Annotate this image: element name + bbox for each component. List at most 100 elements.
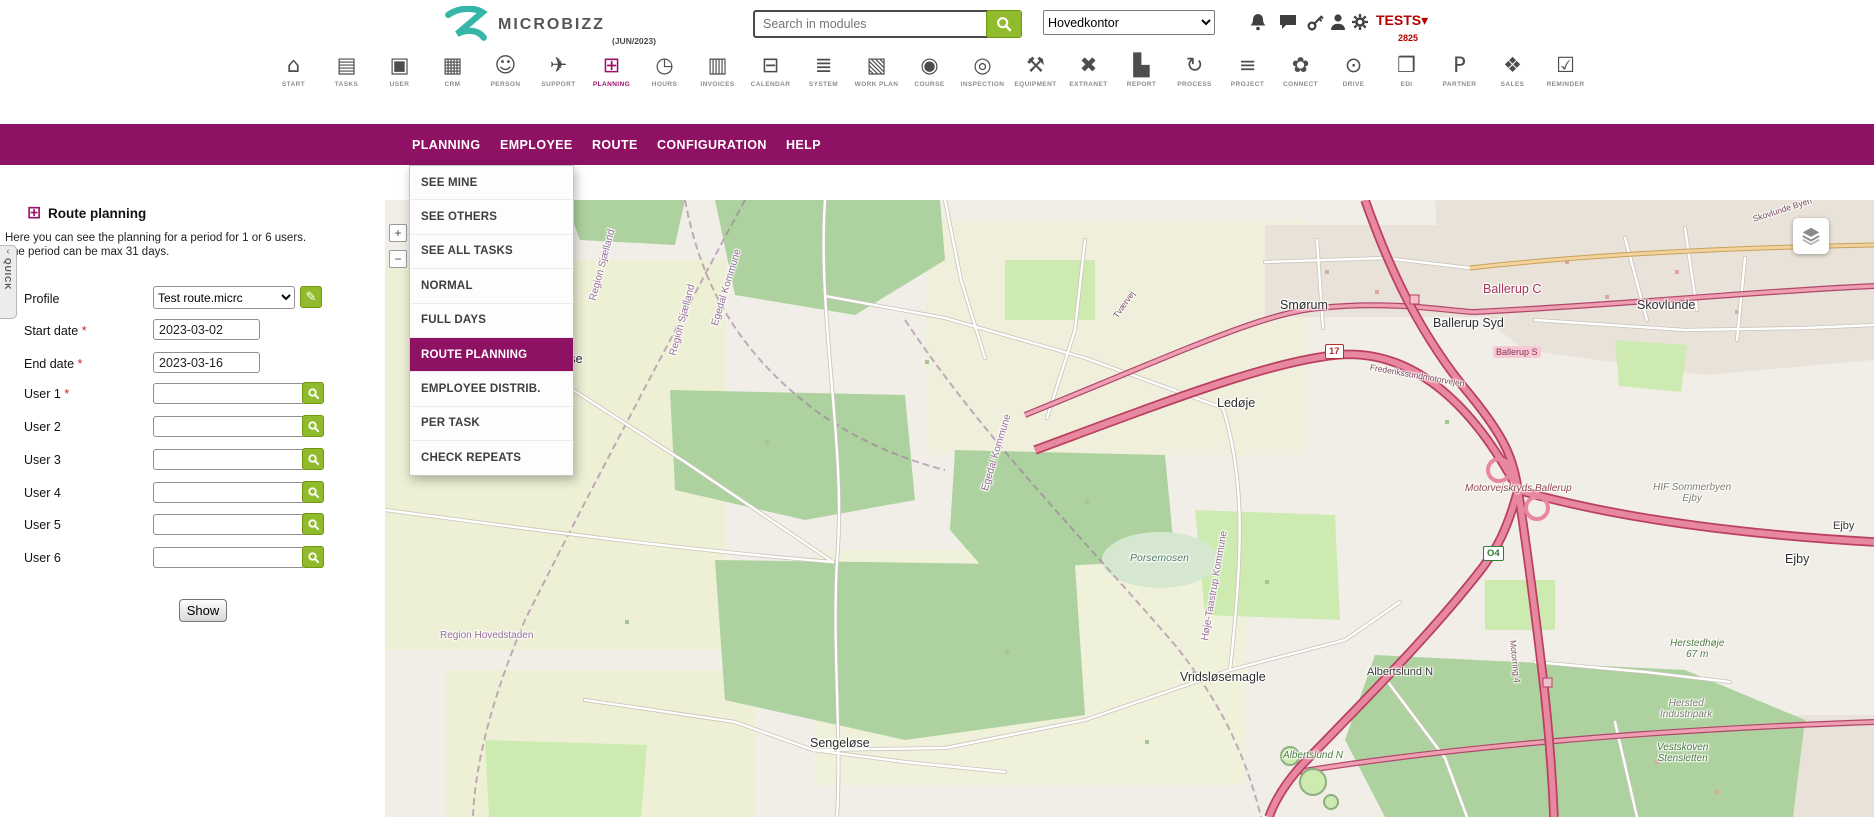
menu-planning[interactable]: PLANNING bbox=[412, 124, 480, 165]
map-label-town: Ballerup Syd bbox=[1433, 316, 1504, 330]
user1-input[interactable] bbox=[153, 383, 305, 404]
user5-search-button[interactable] bbox=[302, 513, 324, 535]
route-planning-icon: ⊞ bbox=[27, 203, 41, 223]
route-map[interactable]: ngløse Smørum Tværvej Ballerup Syd Balle… bbox=[385, 200, 1874, 817]
module-partner[interactable]: PPARTNER bbox=[1433, 52, 1486, 88]
module-start[interactable]: ⌂START bbox=[267, 52, 320, 88]
menu-help[interactable]: HELP bbox=[786, 124, 821, 165]
company-select[interactable]: Hovedkontor bbox=[1043, 10, 1215, 35]
show-button[interactable]: Show bbox=[179, 599, 227, 622]
user5-input[interactable] bbox=[153, 514, 305, 535]
menu-item-employee-distrib[interactable]: EMPLOYEE DISTRIB. bbox=[410, 372, 573, 406]
user1-label: User 1 * bbox=[24, 387, 69, 401]
notifications-bell-icon[interactable] bbox=[1248, 12, 1270, 34]
support-icon: ✈ bbox=[550, 52, 568, 79]
map-layers-button[interactable] bbox=[1793, 218, 1829, 254]
user4-search-button[interactable] bbox=[302, 481, 324, 503]
invoices-icon: ▥ bbox=[708, 52, 728, 79]
module-project[interactable]: ≡PROJECT bbox=[1221, 52, 1274, 88]
module-connect[interactable]: ✿CONNECT bbox=[1274, 52, 1327, 88]
search-icon bbox=[307, 486, 320, 499]
map-label-admin: Region Hovedstaden bbox=[440, 630, 533, 641]
user3-input[interactable] bbox=[153, 449, 305, 470]
user6-input[interactable] bbox=[153, 547, 305, 568]
module-user[interactable]: ▣USER bbox=[373, 52, 426, 88]
project-icon: ≡ bbox=[1239, 52, 1257, 79]
profile-select[interactable]: Test route.micrc bbox=[153, 286, 295, 309]
user6-search-button[interactable] bbox=[302, 546, 324, 568]
module-support[interactable]: ✈SUPPORT bbox=[532, 52, 585, 88]
module-planning[interactable]: ⊞PLANNING bbox=[585, 52, 638, 88]
menu-route[interactable]: ROUTE bbox=[592, 124, 638, 165]
planning-icon: ⊞ bbox=[603, 52, 621, 79]
search-icon bbox=[307, 518, 320, 531]
menu-configuration[interactable]: CONFIGURATION bbox=[657, 124, 767, 165]
partner-icon: P bbox=[1453, 52, 1466, 79]
search-input[interactable] bbox=[753, 10, 991, 38]
module-edi[interactable]: ❒EDI bbox=[1380, 52, 1433, 88]
user-profile-icon[interactable] bbox=[1328, 12, 1350, 34]
build-date-tag: (JUN/2023) bbox=[612, 36, 656, 46]
module-hours[interactable]: ◷HOURS bbox=[638, 52, 691, 88]
route-planning-panel: ⊞ Route planning Here you can see the pl… bbox=[0, 165, 385, 817]
module-reminder[interactable]: ☑REMINDER bbox=[1539, 52, 1592, 88]
user2-label: User 2 bbox=[24, 420, 61, 434]
menu-item-per-task[interactable]: PER TASK bbox=[410, 407, 573, 441]
user2-search-button[interactable] bbox=[302, 415, 324, 437]
module-invoices[interactable]: ▥INVOICES bbox=[691, 52, 744, 88]
module-report[interactable]: ▙REPORT bbox=[1115, 52, 1168, 88]
menu-employee[interactable]: EMPLOYEE bbox=[500, 124, 573, 165]
edit-profile-button[interactable]: ✎ bbox=[300, 286, 322, 308]
route-ref-badge: O4 bbox=[1483, 546, 1504, 561]
settings-gear-icon[interactable] bbox=[1350, 12, 1372, 34]
key-icon[interactable] bbox=[1306, 12, 1328, 34]
map-zoom-out-button[interactable]: − bbox=[389, 250, 407, 268]
end-date-input[interactable] bbox=[153, 352, 260, 373]
report-chart-icon: ▙ bbox=[1133, 52, 1149, 79]
inspection-icon: ◎ bbox=[973, 52, 991, 79]
environment-menu[interactable]: TESTS▾ bbox=[1376, 12, 1428, 29]
module-equipment[interactable]: ⚒EQUIPMENT bbox=[1009, 52, 1062, 88]
map-label-water: Porsemosen bbox=[1130, 552, 1189, 564]
module-process[interactable]: ↻PROCESS bbox=[1168, 52, 1221, 88]
search-icon bbox=[995, 15, 1013, 33]
menu-item-see-others[interactable]: SEE OTHERS bbox=[410, 200, 573, 234]
module-crm[interactable]: ▦CRM bbox=[426, 52, 479, 88]
user3-search-button[interactable] bbox=[302, 448, 324, 470]
module-drive[interactable]: ⊙DRIVE bbox=[1327, 52, 1380, 88]
map-label-town: Vridsløsemagle bbox=[1180, 670, 1266, 684]
search-button[interactable] bbox=[986, 10, 1022, 38]
equipment-tools-icon: ⚒ bbox=[1026, 52, 1045, 79]
crm-icon: ▦ bbox=[443, 52, 463, 79]
profile-label: Profile bbox=[24, 292, 59, 306]
user1-search-button[interactable] bbox=[302, 382, 324, 404]
menu-item-see-mine[interactable]: SEE MINE bbox=[410, 166, 573, 200]
chat-icon[interactable] bbox=[1278, 12, 1300, 34]
edi-cart-icon: ❒ bbox=[1397, 52, 1416, 79]
module-extranet[interactable]: ✖EXTRANET bbox=[1062, 52, 1115, 88]
menu-item-full-days[interactable]: FULL DAYS bbox=[410, 304, 573, 338]
module-work-plan[interactable]: ▧WORK PLAN bbox=[850, 52, 903, 88]
user4-input[interactable] bbox=[153, 482, 305, 503]
module-calendar[interactable]: ⊟CALENDAR bbox=[744, 52, 797, 88]
menu-item-check-repeats[interactable]: CHECK REPEATS bbox=[410, 441, 573, 474]
menu-item-route-planning[interactable]: ROUTE PLANNING bbox=[410, 338, 573, 372]
layers-icon bbox=[1800, 225, 1822, 247]
tasks-icon: ▤ bbox=[337, 52, 357, 79]
quick-panel-tab[interactable]: ‹ QUICK bbox=[0, 245, 17, 319]
module-tasks[interactable]: ▤TASKS bbox=[320, 52, 373, 88]
module-course[interactable]: ◉COURSE bbox=[903, 52, 956, 88]
menu-item-normal[interactable]: NORMAL bbox=[410, 269, 573, 303]
module-system[interactable]: ≣SYSTEM bbox=[797, 52, 850, 88]
user2-input[interactable] bbox=[153, 416, 305, 437]
drive-car-icon: ⊙ bbox=[1345, 52, 1363, 79]
module-person[interactable]: ☺PERSON bbox=[479, 52, 532, 88]
start-date-input[interactable] bbox=[153, 319, 260, 340]
map-label-junction: Motorvejskryds Ballerup bbox=[1465, 483, 1572, 494]
microbizz-app: MICROBIZZ (JUN/2023) Hovedkontor TESTS▾ bbox=[0, 0, 1874, 817]
module-sales[interactable]: ❖SALES bbox=[1486, 52, 1539, 88]
module-inspection[interactable]: ◎INSPECTION bbox=[956, 52, 1009, 88]
extranet-icon: ✖ bbox=[1080, 52, 1098, 79]
map-zoom-in-button[interactable]: + bbox=[389, 224, 407, 242]
menu-item-see-all-tasks[interactable]: SEE ALL TASKS bbox=[410, 235, 573, 269]
